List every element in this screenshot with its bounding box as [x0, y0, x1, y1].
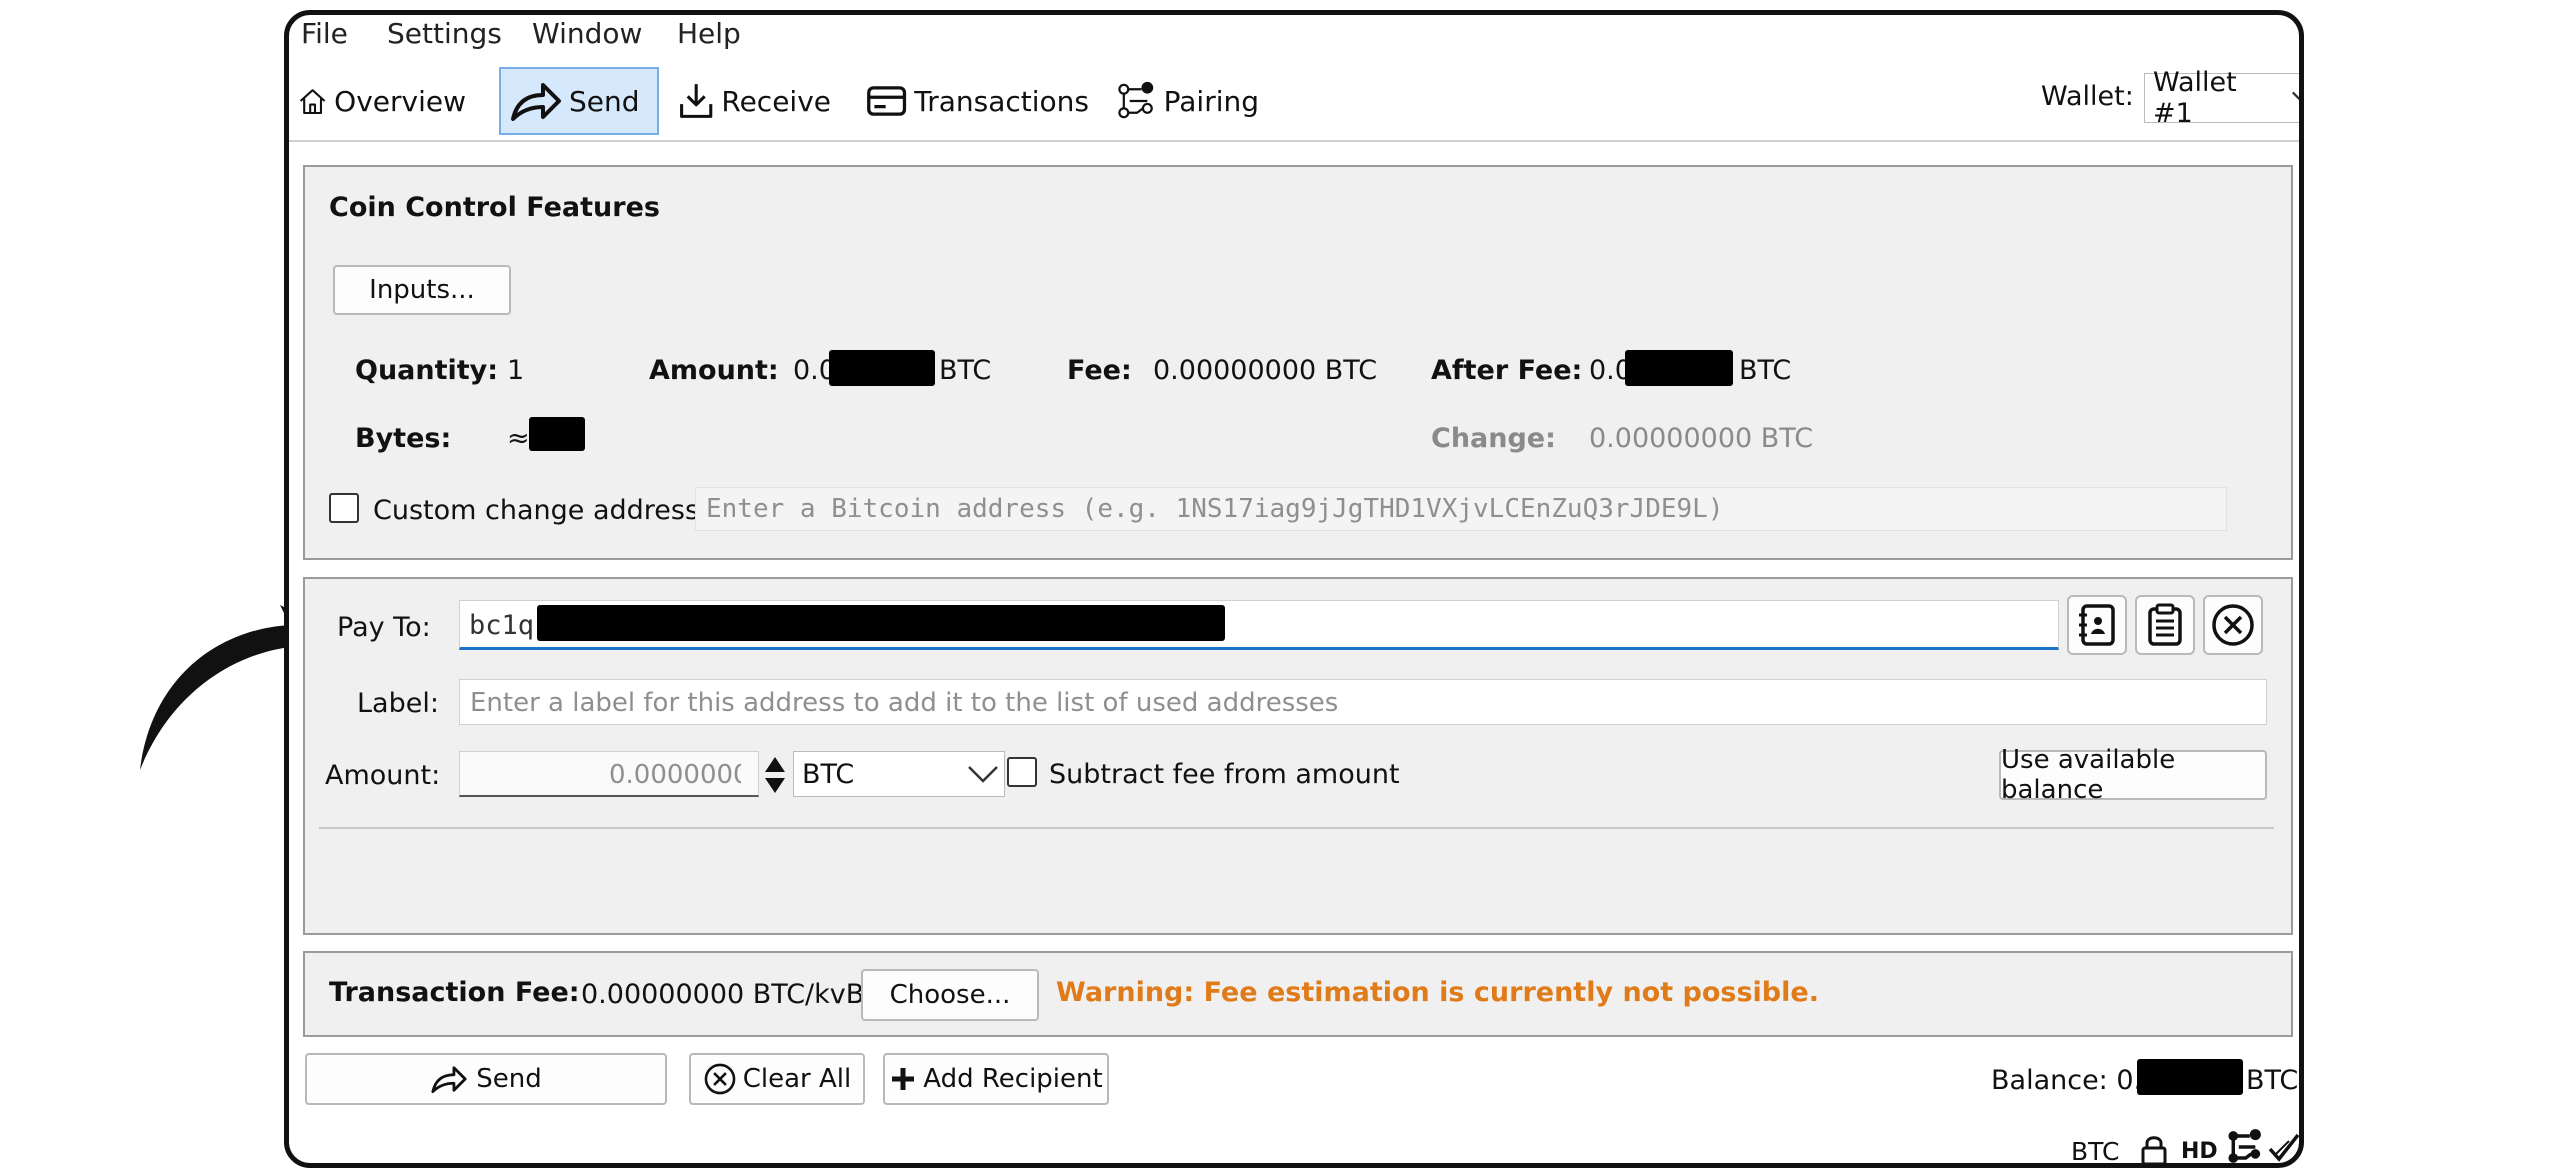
- redacted-after-fee: [1625, 350, 1733, 386]
- subtract-fee-checkbox[interactable]: [1007, 757, 1037, 787]
- recipient-amount-value: 0.00000000: [609, 760, 741, 790]
- receive-icon: [680, 84, 713, 118]
- menu-file[interactable]: File: [301, 17, 348, 50]
- tab-overview-label: Overview: [334, 84, 466, 118]
- redacted-balance: [2137, 1059, 2243, 1095]
- send-button[interactable]: Send: [305, 1053, 667, 1105]
- after-fee-unit: BTC: [1739, 355, 1792, 386]
- chevron-down-icon: [2292, 91, 2299, 101]
- unit-select[interactable]: BTC: [793, 751, 1005, 797]
- pairing-icon: [1118, 81, 1154, 119]
- transaction-fee-value: 0.00000000 BTC/kvB: [581, 979, 865, 1010]
- after-fee-label: After Fee:: [1431, 355, 1583, 386]
- tab-receive[interactable]: Receive: [669, 67, 839, 135]
- bytes-prefix: ≈: [507, 423, 530, 454]
- card-icon: [867, 86, 907, 116]
- menu-help[interactable]: Help: [677, 17, 741, 50]
- tab-pairing[interactable]: Pairing: [1107, 67, 1267, 135]
- pay-to-label: Pay To:: [337, 612, 431, 643]
- quantity-value: 1: [507, 355, 525, 386]
- clipboard-icon: [2148, 603, 2182, 646]
- tab-transactions-label: Transactions: [914, 84, 1089, 118]
- custom-change-address-input[interactable]: Enter a Bitcoin address (e.g. 1NS17iag9j…: [695, 487, 2227, 531]
- tab-overview[interactable]: Overview: [289, 67, 474, 135]
- tab-receive-label: Receive: [721, 84, 831, 118]
- label-label: Label:: [357, 688, 439, 719]
- clear-all-button[interactable]: Clear All: [689, 1053, 865, 1105]
- tab-send-label: Send: [569, 84, 640, 118]
- tab-transactions[interactable]: Transactions: [857, 67, 1097, 135]
- fee-value: 0.00000000 BTC: [1153, 355, 1378, 386]
- close-circle-icon: [2212, 604, 2254, 646]
- send-button-label: Send: [476, 1064, 542, 1094]
- app-window: File Settings Window Help Overview Send …: [284, 10, 2304, 1168]
- wallet-select[interactable]: Wallet #1: [2144, 67, 2299, 129]
- quantity-label: Quantity:: [355, 355, 499, 386]
- use-available-balance-button[interactable]: Use available balance: [1999, 745, 2267, 805]
- fee-label: Fee:: [1067, 355, 1132, 386]
- paste-button[interactable]: [2135, 595, 2195, 655]
- redacted-amount: [829, 350, 935, 386]
- redacted-bytes: [529, 417, 585, 451]
- amount-spinner-icon[interactable]: [763, 753, 787, 797]
- change-value: 0.00000000 BTC: [1589, 423, 1814, 454]
- unit-select-value: BTC: [802, 758, 855, 790]
- close-circle-icon: [704, 1063, 736, 1095]
- menu-settings[interactable]: Settings: [387, 17, 502, 50]
- add-recipient-label: Add Recipient: [923, 1064, 1103, 1094]
- lock-icon: [2141, 1136, 2167, 1163]
- custom-change-checkbox[interactable]: [329, 493, 359, 523]
- balance-unit: BTC: [2246, 1065, 2299, 1096]
- wallet-label: Wallet:: [2041, 81, 2134, 112]
- amount-unit: BTC: [939, 355, 992, 386]
- recipient-divider: [319, 827, 2274, 829]
- plus-icon: [892, 1068, 915, 1090]
- menu-window[interactable]: Window: [532, 17, 642, 50]
- chevron-down-icon: [968, 766, 998, 783]
- custom-change-label: Custom change address: [373, 495, 700, 526]
- amount-label: Amount:: [649, 355, 779, 386]
- remove-recipient-button[interactable]: [2203, 595, 2263, 655]
- change-label: Change:: [1431, 423, 1556, 454]
- status-unit: BTC: [2071, 1137, 2120, 1166]
- hd-indicator: HD: [2181, 1139, 2218, 1164]
- sync-check-icon: [2268, 1133, 2299, 1162]
- label-input[interactable]: Enter a label for this address to add it…: [459, 679, 2267, 725]
- wallet-select-value: Wallet #1: [2153, 67, 2237, 129]
- address-book-button[interactable]: [2067, 595, 2127, 655]
- clear-all-label: Clear All: [742, 1064, 852, 1094]
- address-book-icon: [2079, 604, 2115, 646]
- balance-label: Balance: 0.0: [1991, 1065, 2160, 1096]
- pay-to-value: bc1q: [469, 610, 535, 641]
- pairing-status-icon: [2228, 1129, 2261, 1163]
- add-recipient-button[interactable]: Add Recipient: [883, 1053, 1109, 1105]
- fee-warning: Warning: Fee estimation is currently not…: [1056, 977, 1819, 1008]
- send-icon: [431, 1066, 467, 1094]
- home-icon: [299, 89, 326, 115]
- send-icon: [511, 83, 561, 121]
- choose-fee-button[interactable]: Choose...: [861, 969, 1039, 1021]
- transaction-fee-label: Transaction Fee:: [329, 977, 580, 1008]
- redacted-address: [537, 605, 1225, 641]
- tab-pairing-label: Pairing: [1163, 84, 1259, 118]
- coin-control-title: Coin Control Features: [329, 192, 660, 223]
- tab-send[interactable]: Send: [499, 67, 659, 135]
- subtract-fee-label: Subtract fee from amount: [1049, 759, 1400, 790]
- inputs-button[interactable]: Inputs...: [333, 265, 511, 315]
- recipient-amount-label: Amount:: [325, 760, 441, 791]
- bytes-label: Bytes:: [355, 423, 452, 454]
- toolbar-divider: [289, 140, 2299, 142]
